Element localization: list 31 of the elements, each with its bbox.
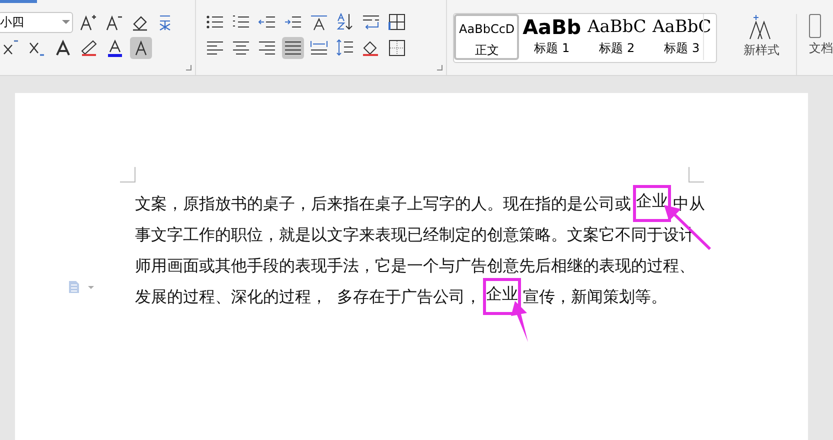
font-size-field[interactable]: 小四 xyxy=(0,12,73,32)
margin-corner-mark xyxy=(120,167,136,183)
body-text: 师用画面或其他手段的表现手法，它是一个与广告创意先后相继的表现的过程、 xyxy=(135,255,695,277)
style-label: 标题 3 xyxy=(664,41,700,55)
style-preview: AaBb xyxy=(522,14,582,41)
font-size-value: 小四 xyxy=(0,14,24,30)
style-option[interactable]: AaBb 标题 1 xyxy=(519,14,584,60)
margin-corner-mark xyxy=(688,167,704,183)
body-text: 文案，原指放书的桌子，后来指在桌子上写字的人。现在指的是公司或 xyxy=(135,193,631,215)
dialog-launcher-icon[interactable] xyxy=(437,65,444,71)
body-text: 中从 xyxy=(673,193,705,215)
style-option[interactable]: AaBbCcD 正文 xyxy=(454,14,520,60)
style-option[interactable]: AaBbC 标题 2 xyxy=(584,14,650,60)
character-shading-icon[interactable] xyxy=(130,37,152,59)
document-icon[interactable] xyxy=(809,14,821,38)
dialog-launcher-icon[interactable] xyxy=(186,65,192,71)
align-justify-icon[interactable] xyxy=(282,37,304,59)
style-preview: AaBbC xyxy=(652,16,712,39)
style-option[interactable]: AaBbC 标题 3 xyxy=(649,14,714,60)
document-button[interactable]: 文档 xyxy=(809,40,833,57)
body-text: 宣传，新闻策划等。 xyxy=(523,286,668,308)
style-label: 正文 xyxy=(474,43,499,57)
tab-indicator xyxy=(0,0,37,3)
table-icon[interactable] xyxy=(386,11,408,33)
body-text: 发展的过程、深化的过程， 多存在于广告公司， xyxy=(135,286,482,308)
new-style-button[interactable]: 新样式 xyxy=(743,42,780,59)
style-preview: AaBbCcD xyxy=(459,21,515,38)
style-label: 标题 2 xyxy=(599,41,635,55)
dropdown-caret-icon[interactable] xyxy=(60,18,72,26)
style-preview: AaBbC xyxy=(587,16,646,39)
style-label: 标题 1 xyxy=(534,41,570,55)
